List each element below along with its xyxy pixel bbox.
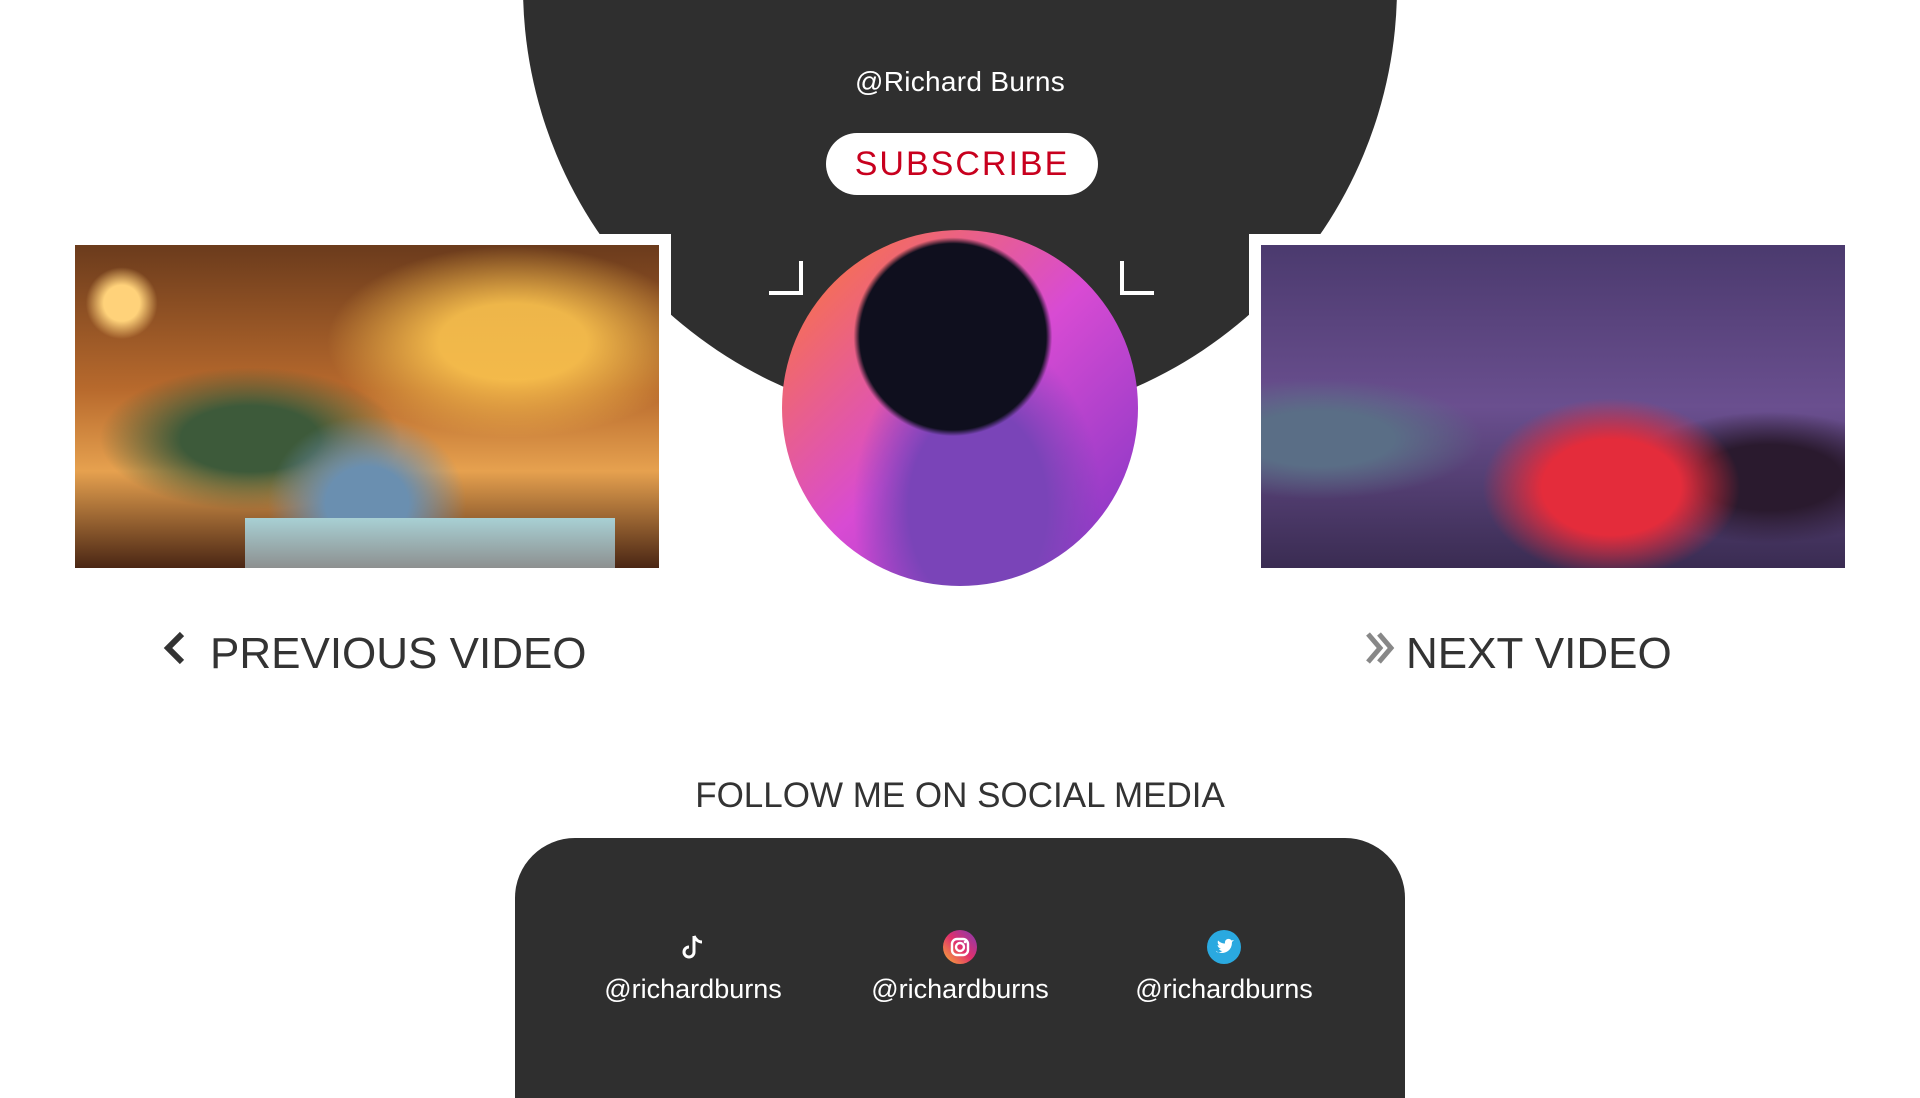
- tiktok-icon: [676, 930, 710, 964]
- instagram-link[interactable]: @richardburns: [840, 930, 1080, 1005]
- instagram-handle: @richardburns: [871, 974, 1049, 1004]
- next-video-label: NEXT VIDEO: [1406, 628, 1672, 678]
- subscribe-button[interactable]: SUBSCRIBE: [826, 133, 1098, 195]
- tiktok-link[interactable]: @richardburns: [573, 930, 813, 1005]
- tiktok-handle: @richardburns: [604, 974, 782, 1004]
- previous-video-thumbnail[interactable]: [75, 245, 659, 568]
- previous-video-link[interactable]: PREVIOUS VIDEO: [160, 628, 587, 679]
- twitter-handle: @richardburns: [1135, 974, 1313, 1004]
- channel-name: @Richard Burns: [854, 66, 1066, 97]
- twitter-icon: [1207, 930, 1241, 964]
- next-video-link[interactable]: NEXT VIDEO: [1362, 628, 1672, 679]
- twitter-link[interactable]: @richardburns: [1104, 930, 1344, 1005]
- previous-video-label: PREVIOUS VIDEO: [210, 628, 587, 678]
- instagram-icon: [943, 930, 977, 964]
- frame-corner-right: [1120, 261, 1154, 295]
- thumbnail-detail: [245, 518, 615, 568]
- social-panel: @richardburns @richardburns @richardburn…: [515, 838, 1405, 1098]
- chevron-left-icon: [160, 628, 190, 679]
- social-section-title: FOLLOW ME ON SOCIAL MEDIA: [695, 776, 1225, 815]
- double-chevron-right-icon: [1362, 628, 1398, 679]
- channel-avatar: [782, 230, 1138, 586]
- frame-corner-left: [769, 261, 803, 295]
- next-video-thumbnail[interactable]: [1261, 245, 1845, 568]
